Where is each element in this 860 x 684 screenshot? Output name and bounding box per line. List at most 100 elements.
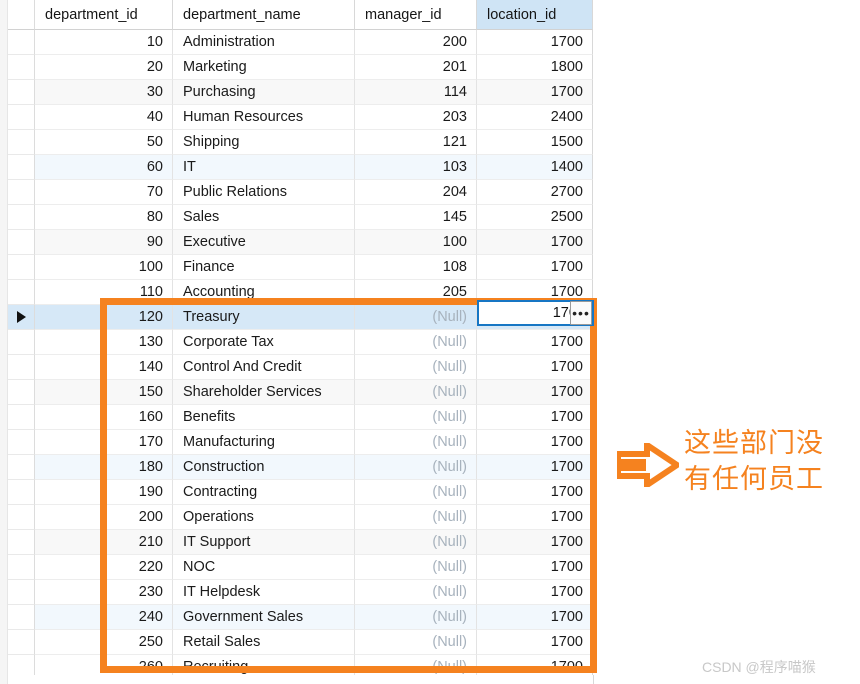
cell-location-id[interactable]: 1700 [477, 330, 593, 355]
cell-location-id[interactable]: 1800 [477, 55, 593, 80]
cell-department-name[interactable]: Manufacturing [173, 430, 355, 455]
cell-manager-id[interactable]: (Null) [355, 530, 477, 555]
cell-department-name[interactable]: Sales [173, 205, 355, 230]
cell-department-id[interactable]: 70 [35, 180, 173, 205]
table-row[interactable]: 40 Human Resources 203 2400 [8, 105, 594, 130]
cell-location-id[interactable]: 1700 [477, 505, 593, 530]
row-header-gutter[interactable] [8, 355, 35, 380]
cell-department-id[interactable]: 50 [35, 130, 173, 155]
cell-location-id[interactable]: 1700 [477, 630, 593, 655]
table-row[interactable]: 170 Manufacturing (Null) 1700 [8, 430, 594, 455]
cell-department-name[interactable]: Accounting [173, 280, 355, 305]
table-row[interactable]: 20 Marketing 201 1800 [8, 55, 594, 80]
cell-manager-id[interactable]: (Null) [355, 380, 477, 405]
row-header-gutter[interactable] [8, 105, 35, 130]
column-header-location-id[interactable]: location_id [477, 0, 593, 30]
cell-location-id[interactable]: 1500 [477, 130, 593, 155]
cell-manager-id[interactable]: 200 [355, 30, 477, 55]
cell-ellipsis-button[interactable]: ••• [570, 301, 592, 325]
cell-department-id[interactable]: 10 [35, 30, 173, 55]
cell-department-name[interactable]: Control And Credit [173, 355, 355, 380]
row-header-gutter[interactable] [8, 555, 35, 580]
cell-manager-id[interactable]: (Null) [355, 630, 477, 655]
row-header-gutter[interactable] [8, 330, 35, 355]
cell-department-id[interactable]: 60 [35, 155, 173, 180]
row-header-gutter[interactable] [8, 630, 35, 655]
row-header-gutter[interactable] [8, 155, 35, 180]
table-row[interactable]: 50 Shipping 121 1500 [8, 130, 594, 155]
cell-department-id[interactable]: 120 [35, 305, 173, 330]
table-row[interactable]: 250 Retail Sales (Null) 1700 [8, 630, 594, 655]
cell-location-id[interactable]: 1700 [477, 255, 593, 280]
cell-department-name[interactable]: Marketing [173, 55, 355, 80]
cell-department-id[interactable]: 90 [35, 230, 173, 255]
table-row[interactable]: 210 IT Support (Null) 1700 [8, 530, 594, 555]
cell-manager-id[interactable]: 100 [355, 230, 477, 255]
cell-department-name[interactable]: Shipping [173, 130, 355, 155]
row-header-gutter[interactable] [8, 530, 35, 555]
cell-department-name[interactable]: Shareholder Services [173, 380, 355, 405]
cell-manager-id[interactable]: (Null) [355, 330, 477, 355]
table-row[interactable]: 130 Corporate Tax (Null) 1700 [8, 330, 594, 355]
cell-department-id[interactable]: 150 [35, 380, 173, 405]
cell-department-id[interactable]: 210 [35, 530, 173, 555]
cell-location-id[interactable]: 1700 [477, 580, 593, 605]
cell-department-name[interactable]: Contracting [173, 480, 355, 505]
cell-manager-id[interactable]: (Null) [355, 405, 477, 430]
cell-location-id[interactable]: 2500 [477, 205, 593, 230]
row-header-gutter[interactable] [8, 130, 35, 155]
cell-department-id[interactable]: 110 [35, 280, 173, 305]
table-row[interactable]: 240 Government Sales (Null) 1700 [8, 605, 594, 630]
cell-manager-id[interactable]: 114 [355, 80, 477, 105]
table-row[interactable]: 100 Finance 108 1700 [8, 255, 594, 280]
row-header-gutter[interactable] [8, 455, 35, 480]
column-header-department-name[interactable]: department_name [173, 0, 355, 30]
cell-department-name[interactable]: Purchasing [173, 80, 355, 105]
cell-department-id[interactable]: 170 [35, 430, 173, 455]
cell-department-id[interactable]: 130 [35, 330, 173, 355]
cell-department-id[interactable]: 160 [35, 405, 173, 430]
cell-manager-id[interactable]: (Null) [355, 505, 477, 530]
cell-department-name[interactable]: Operations [173, 505, 355, 530]
row-header-gutter[interactable] [8, 580, 35, 605]
column-header-manager-id[interactable]: manager_id [355, 0, 477, 30]
cell-department-id[interactable]: 180 [35, 455, 173, 480]
cell-department-name[interactable]: Finance [173, 255, 355, 280]
cell-department-name[interactable]: Retail Sales [173, 630, 355, 655]
cell-department-id[interactable]: 20 [35, 55, 173, 80]
row-header-gutter[interactable] [8, 280, 35, 305]
cell-manager-id[interactable]: 121 [355, 130, 477, 155]
cell-manager-id[interactable]: 201 [355, 55, 477, 80]
table-row[interactable]: 160 Benefits (Null) 1700 [8, 405, 594, 430]
cell-department-id[interactable]: 30 [35, 80, 173, 105]
row-header-gutter[interactable] [8, 605, 35, 630]
cell-manager-id[interactable]: 108 [355, 255, 477, 280]
cell-location-id[interactable]: 1700 [477, 430, 593, 455]
cell-department-name[interactable]: IT Support [173, 530, 355, 555]
cell-department-name[interactable]: NOC [173, 555, 355, 580]
cell-department-name[interactable]: Administration [173, 30, 355, 55]
cell-location-id[interactable]: 1700 [477, 455, 593, 480]
cell-manager-id[interactable]: 205 [355, 280, 477, 305]
cell-manager-id[interactable]: (Null) [355, 455, 477, 480]
table-row[interactable]: 230 IT Helpdesk (Null) 1700 [8, 580, 594, 605]
cell-location-id[interactable]: 1700 [477, 380, 593, 405]
cell-location-id[interactable]: 1700 [477, 530, 593, 555]
cell-manager-id[interactable]: (Null) [355, 355, 477, 380]
cell-location-id[interactable]: 1700 [477, 605, 593, 630]
cell-department-name[interactable]: Construction [173, 455, 355, 480]
row-header-gutter[interactable] [8, 430, 35, 455]
row-header-gutter[interactable] [8, 30, 35, 55]
table-row[interactable]: 140 Control And Credit (Null) 1700 [8, 355, 594, 380]
cell-location-id[interactable]: 1700 [477, 230, 593, 255]
row-header-gutter[interactable] [8, 180, 35, 205]
cell-department-id[interactable]: 80 [35, 205, 173, 230]
table-row[interactable]: 220 NOC (Null) 1700 [8, 555, 594, 580]
row-header-gutter[interactable] [8, 205, 35, 230]
cell-department-name[interactable]: Public Relations [173, 180, 355, 205]
grid-header-corner[interactable] [8, 0, 35, 30]
table-row[interactable]: 180 Construction (Null) 1700 [8, 455, 594, 480]
table-row[interactable]: 150 Shareholder Services (Null) 1700 [8, 380, 594, 405]
cell-department-name[interactable]: Government Sales [173, 605, 355, 630]
cell-department-id[interactable]: 190 [35, 480, 173, 505]
